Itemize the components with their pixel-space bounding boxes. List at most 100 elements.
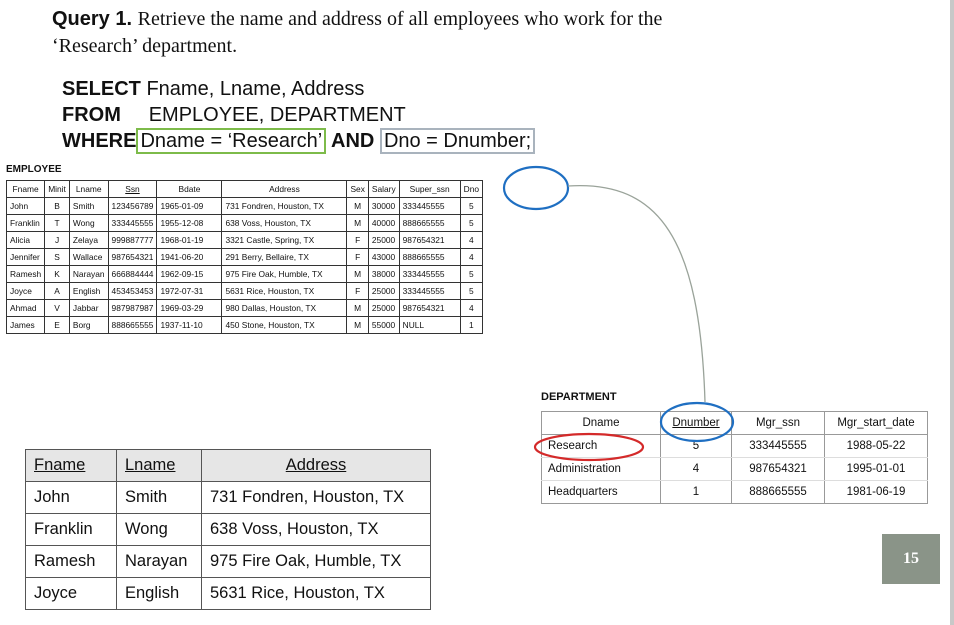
- sql-select-line: SELECT Fname, Lname, Address: [62, 77, 364, 101]
- employee-cell: M: [346, 299, 369, 317]
- employee-header: Fname: [5, 180, 46, 198]
- employee-header: Dno: [459, 180, 484, 198]
- employee-row: Ramesh K Narayan 666884444 1962-09-15 975 Fir…: [5, 265, 484, 283]
- employee-cell: 43000: [367, 248, 400, 266]
- employee-cell: 5: [459, 265, 484, 283]
- employee-cell: M: [346, 316, 369, 334]
- result-cell: Wong: [116, 513, 202, 546]
- query-label: Query 1.: [52, 8, 133, 30]
- department-cell: 1981-06-19: [824, 480, 928, 504]
- department-cell: 4: [660, 457, 732, 481]
- employee-cell: 980 Dallas, Houston, TX: [221, 299, 348, 317]
- employee-cell: 888665555: [398, 214, 461, 232]
- employee-cell: 987654321: [107, 248, 158, 266]
- result-table: Fname Lname Address John Smith 731 Fondren…: [25, 449, 431, 610]
- employee-row: Joyce A English 453453453 1972-07-31 5631 Ric…: [5, 282, 484, 300]
- employee-row: Jennifer S Wallace 987654321 1941-06-20 291 B…: [5, 248, 484, 266]
- join-connector-line: [567, 184, 706, 403]
- employee-cell: E: [44, 316, 70, 334]
- employee-header: Salary: [367, 180, 400, 198]
- employee-header: Address: [221, 180, 348, 198]
- employee-cell: 333445555: [398, 265, 461, 283]
- employee-cell: 5: [459, 282, 484, 300]
- employee-cell: Borg: [68, 316, 109, 334]
- employee-header: Minit: [44, 180, 70, 198]
- employee-cell: V: [44, 299, 70, 317]
- employee-cell: F: [346, 231, 369, 249]
- result-cell: Smith: [116, 481, 202, 514]
- employee-cell: 1962-09-15: [156, 265, 223, 283]
- employee-cell: English: [68, 282, 109, 300]
- employee-cell: 333445555: [398, 282, 461, 300]
- employee-cell: 731 Fondren, Houston, TX: [221, 197, 348, 215]
- employee-cell: 1: [459, 316, 484, 334]
- department-cell: 1995-01-01: [824, 457, 928, 481]
- employee-cell: 30000: [367, 197, 400, 215]
- department-cell: Administration: [541, 457, 661, 481]
- employee-cell: Joyce: [5, 282, 46, 300]
- employee-row: Alicia J Zelaya 999887777 1968-01-19 3321 Cas…: [5, 231, 484, 249]
- employee-cell: 38000: [367, 265, 400, 283]
- department-caption: DEPARTMENT: [541, 391, 617, 403]
- employee-header: Bdate: [156, 180, 223, 198]
- employee-cell: 25000: [367, 299, 400, 317]
- employee-cell: 1969-03-29: [156, 299, 223, 317]
- employee-cell: M: [346, 214, 369, 232]
- employee-cell: 1965-01-09: [156, 197, 223, 215]
- employee-cell: S: [44, 248, 70, 266]
- result-cell: 638 Voss, Houston, TX: [201, 513, 431, 546]
- employee-cell: 1968-01-19: [156, 231, 223, 249]
- employee-cell: 40000: [367, 214, 400, 232]
- employee-cell: Smith: [68, 197, 109, 215]
- dno-highlight-circle: [502, 165, 570, 211]
- sql-where-keyword: WHERE: [62, 130, 137, 152]
- right-edge-bar: [950, 0, 954, 625]
- employee-cell: 450 Stone, Houston, TX: [221, 316, 348, 334]
- employee-row: Franklin T Wong 333445555 1955-12-08 638 Voss…: [5, 214, 484, 232]
- sql-join-condition: Dno = Dnumber;: [379, 128, 536, 154]
- employee-caption: EMPLOYEE: [6, 164, 62, 175]
- employee-cell: Narayan: [68, 265, 109, 283]
- result-cell: John: [25, 481, 117, 514]
- department-cell: 987654321: [731, 457, 825, 481]
- employee-cell: 453453453: [107, 282, 158, 300]
- employee-cell: 1937-11-10: [156, 316, 223, 334]
- employee-cell: 975 Fire Oak, Humble, TX: [221, 265, 348, 283]
- department-cell: Research: [541, 434, 661, 458]
- employee-header: Sex: [346, 180, 369, 198]
- sql-selection-condition: Dname = ‘Research’: [136, 128, 327, 154]
- department-header: Dnumber: [660, 411, 732, 435]
- employee-cell: T: [44, 214, 70, 232]
- employee-cell: B: [44, 197, 70, 215]
- employee-cell: Franklin: [5, 214, 46, 232]
- employee-cell: Jabbar: [68, 299, 109, 317]
- employee-cell: 638 Voss, Houston, TX: [221, 214, 348, 232]
- result-cell: Ramesh: [25, 545, 117, 578]
- employee-cell: F: [346, 248, 369, 266]
- employee-cell: 5631 Rice, Houston, TX: [221, 282, 348, 300]
- sql-and-keyword: AND: [331, 130, 375, 152]
- department-cell: 1988-05-22: [824, 434, 928, 458]
- employee-row: Ahmad V Jabbar 987987987 1969-03-29 980 Dalla…: [5, 299, 484, 317]
- employee-cell: 1972-07-31: [156, 282, 223, 300]
- employee-cell: 987654321: [398, 299, 461, 317]
- result-row: Ramesh Narayan 975 Fire Oak, Humble, TX: [25, 545, 431, 578]
- employee-cell: 123456789: [107, 197, 158, 215]
- department-cell: 333445555: [731, 434, 825, 458]
- employee-cell: K: [44, 265, 70, 283]
- employee-cell: 1941-06-20: [156, 248, 223, 266]
- employee-cell: 987987987: [107, 299, 158, 317]
- result-header: Address: [201, 449, 431, 482]
- employee-cell: 888665555: [107, 316, 158, 334]
- department-table: Dname Dnumber Mgr_ssn Mgr_start_date Res…: [541, 411, 928, 504]
- department-cell: 1: [660, 480, 732, 504]
- employee-cell: 291 Berry, Bellaire, TX: [221, 248, 348, 266]
- department-row: Research 5 333445555 1988-05-22: [541, 434, 928, 458]
- employee-cell: James: [5, 316, 46, 334]
- employee-header: Ssn: [107, 180, 158, 198]
- result-cell: 5631 Rice, Houston, TX: [201, 577, 431, 610]
- sql-from-keyword: FROM: [62, 104, 121, 126]
- department-cell: 5: [660, 434, 732, 458]
- employee-cell: 987654321: [398, 231, 461, 249]
- result-header-row: Fname Lname Address: [25, 449, 431, 482]
